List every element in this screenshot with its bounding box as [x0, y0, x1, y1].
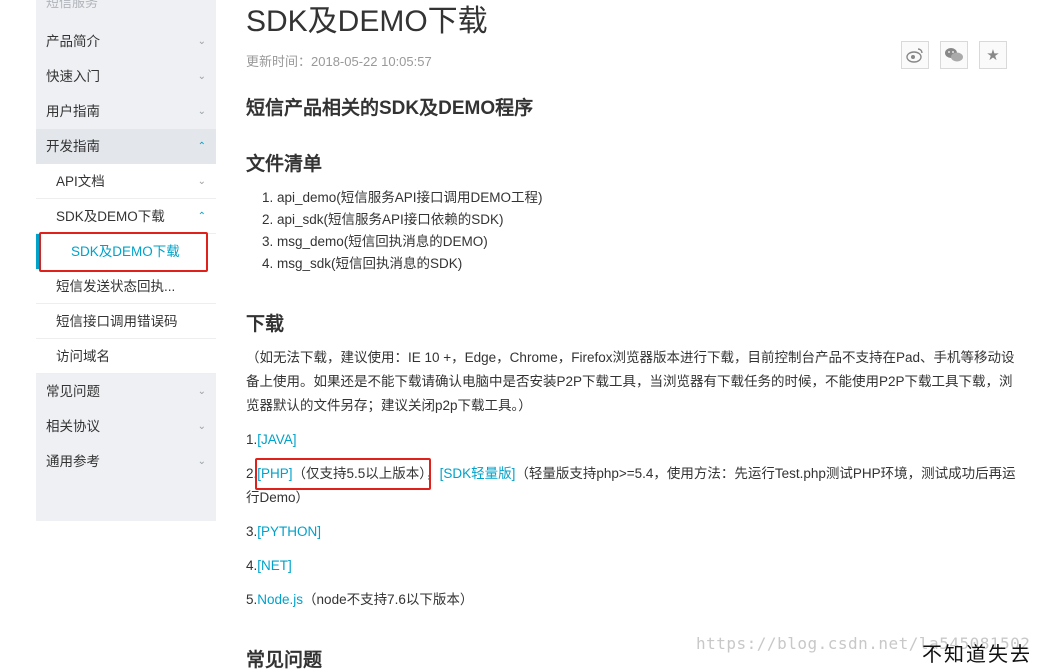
download-net: 4.[NET] — [246, 554, 1016, 578]
sidebar-header: 短信服务 — [46, 0, 99, 10]
list-item: 4. msg_sdk(短信回执消息的SDK) — [262, 256, 463, 271]
chevron-down-icon: ⌄ — [197, 456, 206, 467]
list-item: 3. msg_demo(短信回执消息的DEMO) — [262, 234, 488, 249]
list-item: 2. api_sdk(短信服务API接口依赖的SDK) — [262, 212, 504, 227]
chevron-down-icon: ⌄ — [197, 106, 206, 117]
sidebar-item-label: 快速入门 — [46, 69, 100, 84]
list-number: 1. — [246, 432, 258, 447]
section-heading-files: 文件清单 — [246, 154, 323, 175]
sdk-lite-download-link[interactable]: [SDK轻量版] — [440, 466, 516, 481]
chevron-down-icon: ⌄ — [197, 71, 206, 82]
file-list: 1. api_demo(短信服务API接口调用DEMO工程) 2. api_sd… — [262, 187, 543, 275]
download-java: 1.[JAVA] — [246, 428, 1016, 452]
java-download-link[interactable]: [JAVA] — [257, 432, 296, 447]
sidebar-item-label: 访问域名 — [56, 349, 110, 364]
chevron-down-icon: ⌄ — [197, 386, 206, 397]
sidebar-item-label: 常见问题 — [46, 384, 100, 399]
sidebar-item-sms-receipt[interactable]: 短信发送状态回执... — [36, 269, 216, 304]
sidebar-item-label: 开发指南 — [46, 139, 100, 154]
chevron-down-icon: ⌄ — [197, 421, 206, 432]
download-python: 3.[PYTHON] — [246, 520, 1016, 544]
list-number: 3. — [246, 524, 258, 539]
sidebar-item-user-guide[interactable]: 用户指南 ⌄ — [36, 94, 216, 129]
sidebar-item-label: 相关协议 — [46, 419, 100, 434]
node-download-link[interactable]: Node.js — [257, 592, 303, 607]
watermark-text: 不知道失去 — [922, 642, 1032, 666]
section-heading-faq: 常见问题 — [246, 650, 323, 671]
sidebar-item-agreements[interactable]: 相关协议 ⌄ — [36, 409, 216, 444]
sidebar-item-api-docs[interactable]: API文档 ⌄ — [36, 164, 216, 199]
chevron-up-icon: ⌃ — [197, 211, 206, 222]
download-node: 5.Node.js（node不支持7.6以下版本） — [246, 588, 1016, 612]
sidebar-item-domains[interactable]: 访问域名 — [36, 339, 216, 374]
section-heading-sdk-demo: 短信产品相关的SDK及DEMO程序 — [246, 98, 534, 119]
list-item: 1. api_demo(短信服务API接口调用DEMO工程) — [262, 190, 543, 205]
star-icon[interactable]: ★ — [979, 41, 1007, 69]
sidebar-item-label: 短信发送状态回执... — [56, 279, 176, 294]
sidebar-item-product-intro[interactable]: 产品简介 ⌄ — [36, 24, 216, 59]
section-heading-download: 下载 — [246, 314, 285, 335]
sidebar-item-label: API文档 — [56, 174, 105, 189]
node-version-note: （node不支持7.6以下版本） — [303, 592, 474, 607]
sidebar-item-label: SDK及DEMO下载 — [56, 209, 165, 224]
net-download-link[interactable]: [NET] — [257, 558, 292, 573]
chevron-down-icon: ⌄ — [197, 36, 206, 47]
sidebar-item-label: 通用参考 — [46, 454, 100, 469]
sidebar-item-error-codes[interactable]: 短信接口调用错误码 — [36, 304, 216, 339]
page-title: SDK及DEMO下载 — [246, 5, 488, 38]
highlight-box — [39, 232, 208, 272]
updated-time: 更新时间：2018-05-22 10:05:57 — [246, 54, 432, 69]
sidebar-item-label: 短信接口调用错误码 — [56, 314, 178, 329]
list-number: 4. — [246, 558, 258, 573]
wechat-icon[interactable] — [940, 41, 968, 69]
python-download-link[interactable]: [PYTHON] — [257, 524, 321, 539]
sidebar-item-label: 用户指南 — [46, 104, 100, 119]
sidebar-item-general-ref[interactable]: 通用参考 ⌄ — [36, 444, 216, 479]
sidebar-item-quick-start[interactable]: 快速入门 ⌄ — [36, 59, 216, 94]
weibo-icon[interactable] — [901, 41, 929, 69]
list-number: 5. — [246, 592, 258, 607]
highlight-box — [255, 458, 431, 490]
download-note: （如无法下载，建议使用：IE 10 +，Edge，Chrome，Firefox浏… — [246, 350, 1015, 413]
sidebar-item-dev-guide[interactable]: 开发指南 ⌃ — [36, 129, 216, 164]
sidebar-item-sdk-demo[interactable]: SDK及DEMO下载 ⌃ — [36, 199, 216, 234]
sidebar-item-faq[interactable]: 常见问题 ⌄ — [36, 374, 216, 409]
sidebar-item-label: 产品简介 — [46, 34, 100, 49]
chevron-down-icon: ⌄ — [197, 176, 206, 187]
chevron-up-icon: ⌃ — [197, 141, 206, 152]
